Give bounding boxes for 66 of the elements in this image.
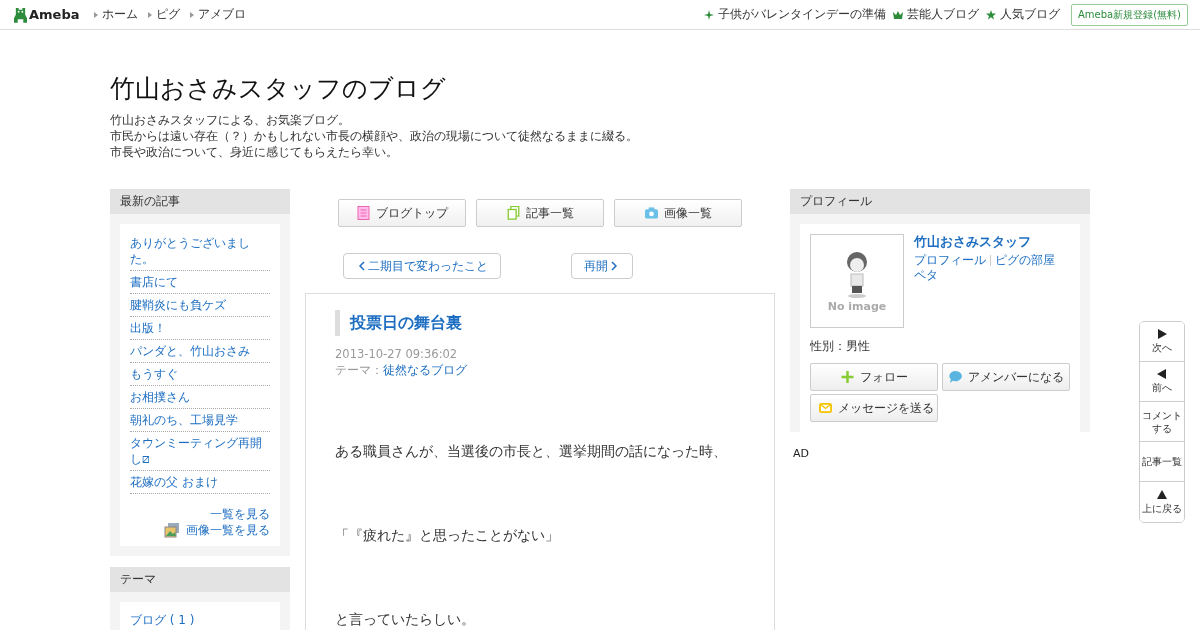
- panel-heading: 最新の記事: [110, 189, 290, 214]
- article-paragraph: 「『疲れた』と思ったことがない」: [335, 526, 560, 545]
- profile-name[interactable]: 竹山おさみスタッフ: [914, 234, 1055, 249]
- panel-heading: テーマ: [110, 567, 290, 592]
- tab-button[interactable]: ブログトップ: [338, 199, 466, 227]
- article-link[interactable]: 書店にて: [130, 271, 270, 294]
- plus-icon: [840, 371, 854, 383]
- profile-button[interactable]: メッセージを送る: [810, 394, 938, 422]
- article-link[interactable]: 出版！: [130, 317, 270, 340]
- article-link[interactable]: 朝礼のち、工場見学: [130, 409, 270, 432]
- nav-link[interactable]: ホーム: [93, 6, 138, 23]
- ameba-logo[interactable]: Ameba: [14, 6, 80, 23]
- no-image-caption: No image: [827, 299, 887, 313]
- article-date: 2013-10-27 09:36:02: [335, 346, 459, 362]
- ad-label: AD: [792, 447, 810, 460]
- profile-button[interactable]: フォロー: [810, 363, 938, 391]
- header-link[interactable]: 芸能人ブログ: [893, 6, 979, 23]
- right-triangle-icon: [1157, 329, 1167, 339]
- pages-icon: [506, 206, 520, 220]
- header-link[interactable]: 人気ブログ: [986, 6, 1060, 23]
- images-icon: [164, 522, 180, 538]
- article-title[interactable]: 投票日の舞台裏: [335, 310, 745, 336]
- images-link[interactable]: 画像一覧を見る: [186, 522, 270, 538]
- article-link[interactable]: 腱鞘炎にも負ケズ: [130, 294, 270, 317]
- article-link[interactable]: 花嫁の父 おまけ: [130, 471, 270, 494]
- side-nav-button[interactable]: 次へ: [1140, 322, 1184, 362]
- envelope-icon: [819, 402, 832, 414]
- left-triangle-icon: [1157, 369, 1167, 379]
- article-link[interactable]: ありがとうございました。: [130, 232, 270, 271]
- profile-link[interactable]: ピグの部屋: [995, 253, 1055, 268]
- frog-icon: [14, 6, 27, 23]
- blog-description: 竹山おさみスタッフによる、お気楽ブログ。: [110, 112, 351, 128]
- list-link[interactable]: 一覧を見る: [210, 506, 270, 522]
- article-link[interactable]: お相撲さん: [130, 386, 270, 409]
- star-icon: [986, 9, 996, 20]
- tab-button[interactable]: 記事一覧: [476, 199, 604, 227]
- camera-icon: [644, 206, 658, 220]
- sparkle-icon: [704, 9, 714, 20]
- up-triangle-icon: [1157, 489, 1167, 500]
- document-icon: [356, 206, 370, 220]
- theme-label: テーマ：: [335, 363, 383, 377]
- blog-title[interactable]: 竹山おさみスタッフのブログ: [110, 74, 1090, 104]
- tab-button[interactable]: 画像一覧: [614, 199, 742, 227]
- chevron-right-icon: [611, 261, 617, 271]
- chevron-left-icon: [359, 261, 365, 271]
- previous-article-button[interactable]: 二期目で変わったこと: [343, 253, 501, 279]
- gender-text: 性別：男性: [810, 339, 871, 354]
- blog-description: 市民からは遠い存在（？）かもしれない市長の横顔や、政治の現場について徒然なるままに綴る。: [110, 128, 639, 144]
- article-link[interactable]: タウンミーティング再開し⧄: [130, 432, 270, 471]
- register-button[interactable]: Ameba新規登録(無料): [1071, 3, 1188, 26]
- article-paragraph: ある職員さんが、当選後の市長と、選挙期間の話になった時、: [335, 442, 728, 461]
- panel-heading: プロフィール: [790, 189, 1090, 214]
- chat-bubble-icon: [948, 371, 962, 383]
- profile-link[interactable]: プロフィール: [914, 253, 986, 268]
- theme-link[interactable]: 徒然なるブログ: [383, 363, 467, 377]
- article-link[interactable]: もうすぐ: [130, 363, 270, 386]
- crown-icon: [893, 9, 903, 20]
- nav-link[interactable]: アメブロ: [189, 6, 246, 23]
- peta-link[interactable]: ペタ: [914, 268, 1055, 283]
- nav-link[interactable]: ピグ: [147, 6, 180, 23]
- article-paragraph: と言っていたらしい。: [335, 610, 476, 629]
- blog-description: 市長や政治について、身近に感じてもらえたら幸い。: [110, 144, 399, 160]
- article-link[interactable]: パンダと、竹山おさみ: [130, 340, 270, 363]
- next-article-button[interactable]: 再開: [571, 253, 633, 279]
- header-link[interactable]: 子供がバレンタインデーの準備: [704, 6, 886, 23]
- profile-button[interactable]: アメンバーになる: [942, 363, 1070, 391]
